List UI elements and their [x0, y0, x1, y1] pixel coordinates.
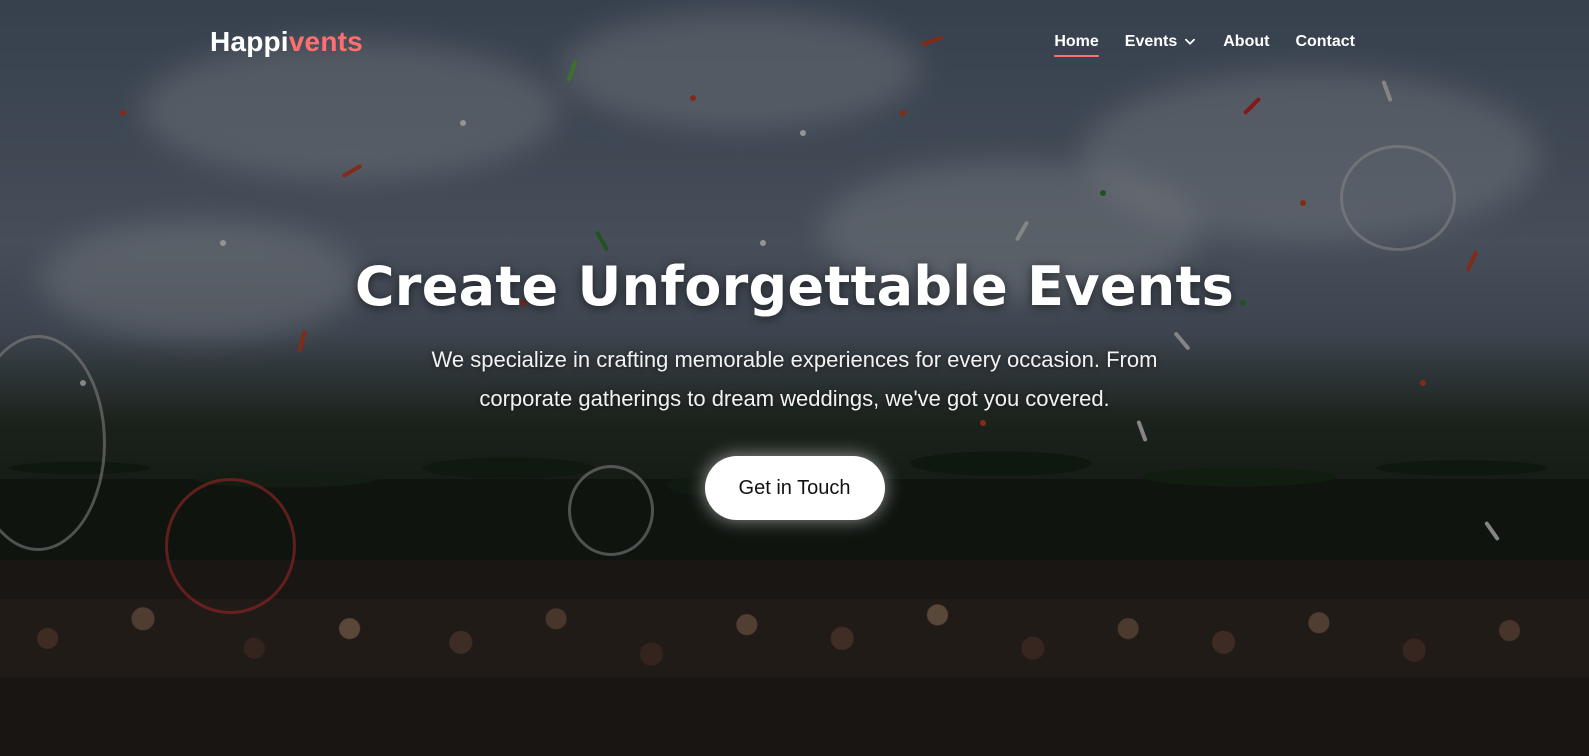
top-navbar: Happivents Home Events About Contact — [0, 0, 1589, 84]
chevron-down-icon — [1185, 38, 1196, 45]
nav-item-contact[interactable]: Contact — [1295, 33, 1355, 51]
hero-subtitle: We specialize in crafting memorable expe… — [431, 347, 1158, 411]
nav-menu: Home Events About Contact — [1054, 33, 1355, 57]
nav-item-label: About — [1223, 33, 1270, 50]
nav-item-label: Contact — [1295, 33, 1355, 50]
brand-logo[interactable]: Happivents — [210, 26, 363, 58]
nav-item-label: Events — [1124, 33, 1178, 50]
nav-item-label: Home — [1054, 33, 1099, 50]
get-in-touch-button[interactable]: Get in Touch — [704, 456, 885, 520]
hero-title: Create Unforgettable Events — [354, 255, 1235, 318]
brand-text-primary: Happi — [210, 26, 289, 57]
hero-section: Create Unforgettable Events We specializ… — [0, 255, 1589, 520]
brand-text-accent: vents — [288, 26, 363, 57]
nav-item-events[interactable]: Events — [1125, 33, 1197, 51]
nav-item-about[interactable]: About — [1223, 33, 1269, 51]
nav-item-home[interactable]: Home — [1054, 33, 1100, 57]
